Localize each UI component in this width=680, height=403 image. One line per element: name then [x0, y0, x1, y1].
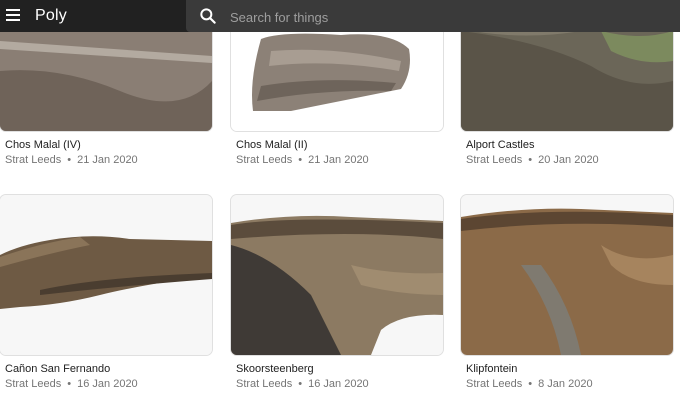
model-date: 21 Jan 2020	[77, 154, 138, 166]
app-title[interactable]: Poly	[35, 7, 67, 25]
model-date: 8 Jan 2020	[538, 378, 593, 390]
model-meta: Strat Leeds • 21 Jan 2020	[5, 154, 138, 166]
model-author[interactable]: Strat Leeds	[5, 378, 61, 390]
separator-dot: •	[528, 378, 533, 390]
model-thumbnail[interactable]	[231, 195, 443, 355]
model-date: 21 Jan 2020	[308, 154, 369, 166]
model-author[interactable]: Strat Leeds	[236, 378, 292, 390]
separator-dot: •	[298, 378, 303, 390]
model-meta: Strat Leeds • 16 Jan 2020	[236, 378, 369, 390]
search-bar[interactable]	[186, 0, 680, 32]
model-title[interactable]: Chos Malal (II)	[236, 139, 308, 151]
model-meta: Strat Leeds • 20 Jan 2020	[466, 154, 599, 166]
separator-dot: •	[67, 154, 72, 166]
model-author[interactable]: Strat Leeds	[466, 378, 522, 390]
model-author[interactable]: Strat Leeds	[466, 154, 522, 166]
model-date: 16 Jan 2020	[77, 378, 138, 390]
top-app-bar: Poly	[0, 0, 680, 32]
model-title[interactable]: Chos Malal (IV)	[5, 139, 81, 151]
model-thumbnail[interactable]	[0, 195, 212, 355]
model-title[interactable]: Alport Castles	[466, 139, 534, 151]
search-icon[interactable]	[198, 6, 218, 26]
model-meta: Strat Leeds • 16 Jan 2020	[5, 378, 138, 390]
model-title[interactable]: Skoorsteenberg	[236, 363, 314, 375]
menu-icon[interactable]	[6, 9, 20, 21]
model-title[interactable]: Klipfontein	[466, 363, 517, 375]
model-thumbnail[interactable]	[461, 195, 673, 355]
separator-dot: •	[298, 154, 303, 166]
separator-dot: •	[67, 378, 72, 390]
model-author[interactable]: Strat Leeds	[5, 154, 61, 166]
search-input[interactable]	[228, 6, 662, 28]
separator-dot: •	[528, 154, 533, 166]
model-author[interactable]: Strat Leeds	[236, 154, 292, 166]
model-meta: Strat Leeds • 21 Jan 2020	[236, 154, 369, 166]
model-date: 20 Jan 2020	[538, 154, 599, 166]
model-title[interactable]: Cañon San Fernando	[5, 363, 110, 375]
model-date: 16 Jan 2020	[308, 378, 369, 390]
model-meta: Strat Leeds • 8 Jan 2020	[466, 378, 593, 390]
